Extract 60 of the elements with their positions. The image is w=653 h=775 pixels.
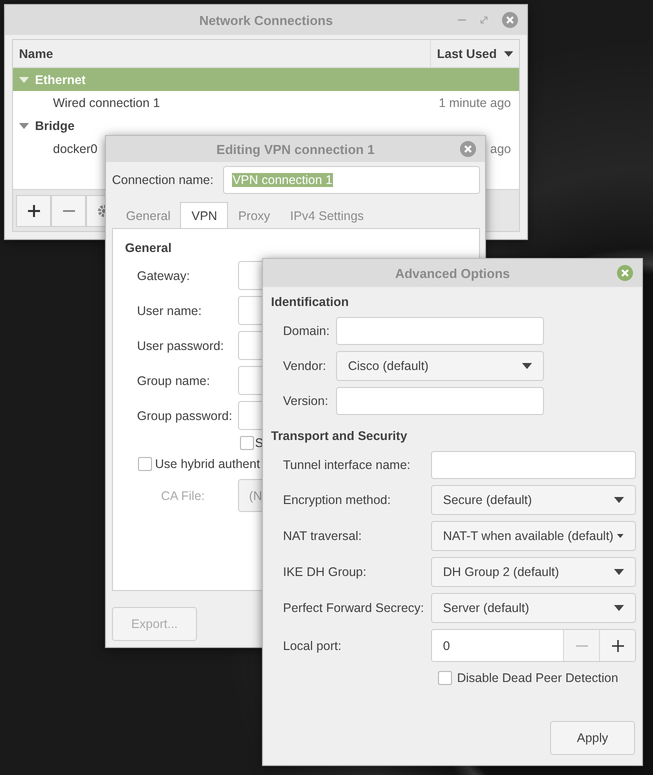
- caret-icon: [617, 533, 624, 539]
- dropdown[interactable]: Secure (default): [431, 485, 636, 515]
- field-label: IKE DH Group:: [283, 565, 368, 579]
- field-label: Encryption method:: [283, 493, 392, 507]
- section-heading: Identification: [271, 295, 350, 309]
- expander-down-icon[interactable]: [19, 74, 29, 84]
- dropdown[interactable]: DH Group 2 (default): [431, 557, 636, 587]
- group-row[interactable]: Bridge: [13, 114, 519, 137]
- caret-icon: [614, 569, 624, 575]
- section-heading: Transport and Security: [271, 429, 408, 443]
- checkbox[interactable]: [240, 436, 254, 450]
- apply-button[interactable]: Apply: [550, 721, 635, 755]
- connection-name[interactable]: Wired connection 1: [53, 96, 160, 110]
- checkbox-label: Disable Dead Peer Detection: [457, 671, 618, 685]
- field-label: NAT traversal:: [283, 529, 363, 543]
- field-label: Version:: [283, 394, 328, 408]
- window-title: Network Connections: [199, 12, 333, 28]
- caret-icon: [504, 50, 513, 56]
- plus-icon: [28, 204, 40, 216]
- connection-name[interactable]: docker0: [53, 142, 98, 156]
- field-label: Domain:: [283, 324, 328, 338]
- section-heading: General: [125, 241, 173, 255]
- group-name: Ethernet: [35, 72, 86, 86]
- dropdown[interactable]: Cisco (default): [336, 351, 544, 381]
- field-label: Group password:: [137, 408, 232, 422]
- maximize-icon[interactable]: [479, 15, 489, 25]
- add-button[interactable]: [16, 194, 51, 226]
- window-title: Editing VPN connection 1: [216, 142, 375, 156]
- dropdown[interactable]: Server (default): [431, 593, 636, 623]
- caret-icon: [614, 605, 624, 611]
- close-icon[interactable]: [616, 264, 634, 282]
- field-label: User name:: [137, 304, 203, 318]
- window-title: Advanced Options: [395, 266, 510, 280]
- field-label: Local port:: [283, 638, 342, 652]
- checkbox[interactable]: [138, 457, 152, 471]
- last-used-time: 1 minute ago: [438, 96, 511, 110]
- input-field[interactable]: [336, 317, 544, 345]
- column-header[interactable]: Last Used: [437, 46, 497, 60]
- group-name: Bridge: [35, 118, 75, 132]
- field-label: Vendor:: [283, 359, 328, 373]
- dropdown[interactable]: NAT-T when available (default): [431, 521, 636, 551]
- tab[interactable]: VPN: [180, 202, 228, 228]
- field-label: Connection name:: [112, 173, 214, 187]
- caret-icon: [522, 363, 532, 369]
- last-used-time: ago: [490, 142, 511, 156]
- field-label: Tunnel interface name:: [283, 458, 412, 472]
- field-label: Perfect Forward Secrecy:: [283, 601, 423, 615]
- input-field[interactable]: [431, 451, 636, 479]
- input-field[interactable]: [336, 387, 544, 415]
- column-header[interactable]: Name: [13, 40, 431, 67]
- close-icon[interactable]: [459, 140, 477, 158]
- checkbox[interactable]: [438, 671, 452, 685]
- checkbox-label: Use hybrid authent: [155, 457, 260, 471]
- expander-down-icon[interactable]: [19, 120, 29, 130]
- close-icon[interactable]: [501, 11, 519, 29]
- field-label: Group name:: [137, 374, 211, 388]
- field-label: User password:: [137, 338, 225, 352]
- caret-icon: [614, 497, 624, 503]
- field-label: Gateway:: [137, 268, 191, 282]
- field-label: CA File:: [161, 488, 206, 502]
